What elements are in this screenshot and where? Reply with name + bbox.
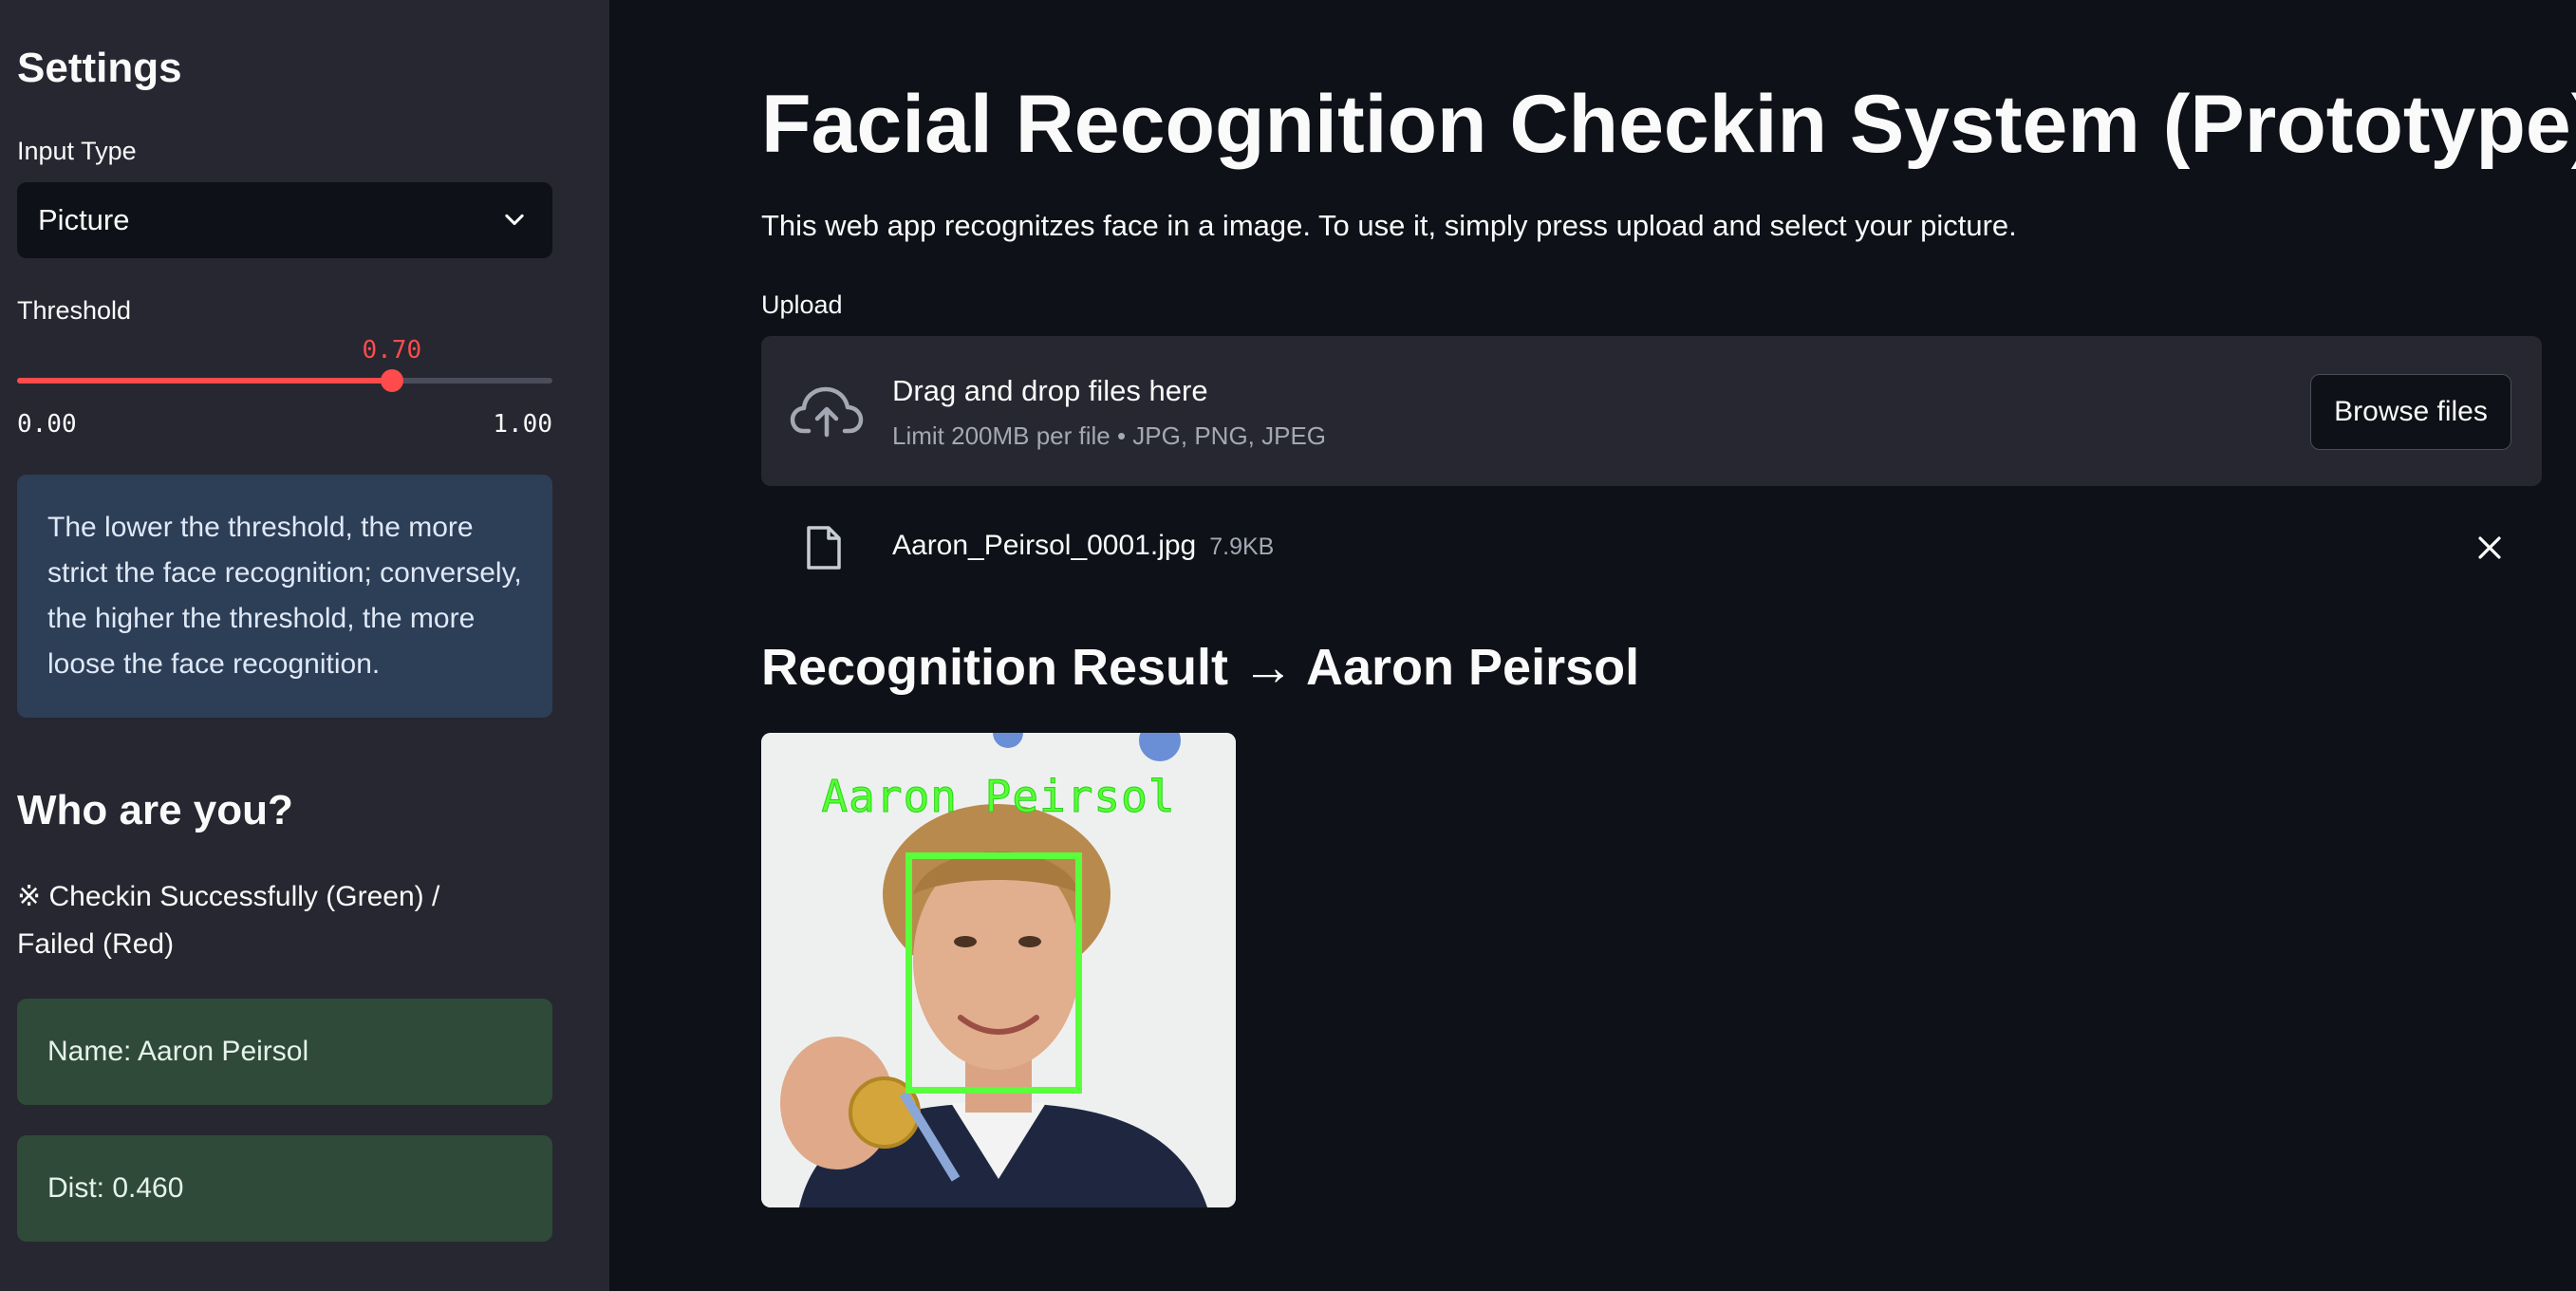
upload-label: Upload	[761, 290, 843, 319]
close-icon[interactable]	[2475, 533, 2504, 562]
checkin-note: ※ Checkin Successfully (Green) / Failed …	[17, 881, 440, 960]
app-root: Settings Input Type Picture Threshold 0.…	[0, 0, 2576, 1291]
threshold-label: Threshold	[17, 296, 132, 325]
browse-files-button[interactable]: Browse files	[2310, 374, 2511, 450]
threshold-slider-fill	[17, 378, 392, 384]
threshold-info-box: The lower the threshold, the more strict…	[17, 475, 552, 718]
file-size: 7.9KB	[1209, 533, 1275, 560]
result-image: Aaron Peirsol	[761, 733, 1236, 1207]
chevron-down-icon	[505, 214, 524, 226]
dist-result-box: Dist: 0.460	[17, 1135, 552, 1242]
cloud-upload-icon	[790, 386, 864, 438]
dist-result: Dist: 0.460	[47, 1172, 184, 1204]
page-title: Facial Recognition Checkin System (Proto…	[761, 79, 2576, 170]
dropzone-limit: Limit 200MB per file • JPG, PNG, JPEG	[892, 421, 1327, 450]
name-result-box: Name: Aaron Peirsol	[17, 999, 552, 1105]
name-result: Name: Aaron Peirsol	[47, 1036, 309, 1067]
file-name: Aaron_Peirsol_0001.jpg	[892, 530, 1197, 561]
threshold-slider[interactable]	[17, 369, 552, 392]
input-type-value: Picture	[38, 203, 130, 236]
settings-title: Settings	[17, 45, 182, 91]
dropzone-title: Drag and drop files here	[892, 374, 1208, 407]
threshold-min: 0.00	[17, 410, 77, 439]
file-icon	[807, 526, 841, 570]
overlay-name-label: Aaron Peirsol	[821, 771, 1176, 823]
threshold-max: 1.00	[493, 410, 552, 439]
page-description: This web app recognitzes face in a image…	[761, 209, 2017, 242]
face-detection-box	[905, 852, 1082, 1094]
sidebar: Settings Input Type Picture Threshold 0.…	[0, 0, 609, 1291]
recognition-result-heading: Recognition Result → Aaron Peirsol	[761, 639, 1640, 696]
threshold-info-text: The lower the threshold, the more strict…	[47, 512, 522, 680]
uploaded-file-row: Aaron_Peirsol_0001.jpg 7.9KB	[761, 513, 2542, 581]
input-type-select[interactable]: Picture	[17, 182, 552, 258]
threshold-value: 0.70	[362, 336, 422, 365]
who-are-you-title: Who are you?	[17, 787, 293, 833]
file-dropzone[interactable]: Drag and drop files here Limit 200MB per…	[761, 336, 2542, 486]
input-type-label: Input Type	[17, 137, 137, 165]
threshold-slider-thumb[interactable]	[380, 369, 403, 392]
